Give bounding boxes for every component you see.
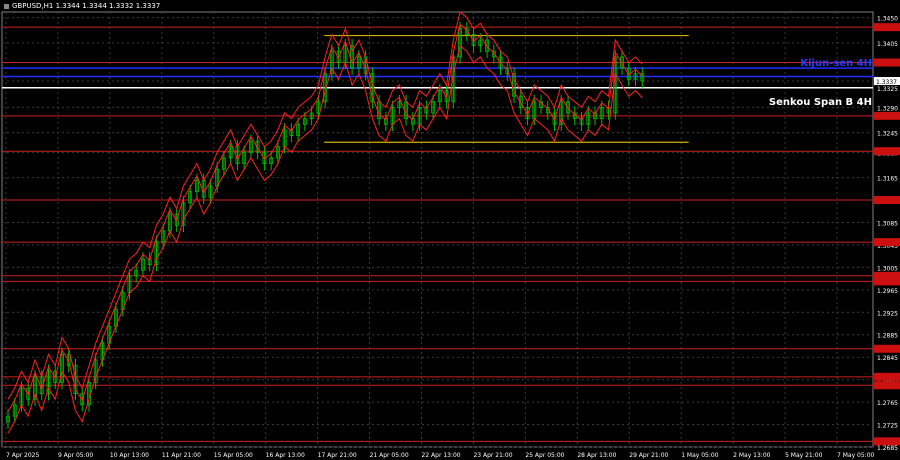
y-tick-label: 1.2965: [877, 288, 898, 295]
y-tick-label: 1.3085: [877, 220, 898, 227]
y-tick-label: 1.3165: [877, 176, 898, 183]
x-tick-label: 11 Apr 21:00: [162, 452, 201, 459]
price-level-tag: [874, 372, 900, 381]
price-level-tag: [874, 381, 900, 390]
x-tick-label: 17 Apr 21:00: [318, 452, 357, 459]
x-tick-label: 1 May 05:00: [681, 452, 719, 459]
x-tick-label: 21 Apr 05:00: [370, 452, 409, 459]
y-tick-label: 1.2885: [877, 333, 898, 340]
x-tick-label: 22 Apr 13:00: [422, 452, 461, 459]
x-tick-label: 10 Apr 13:00: [110, 452, 149, 459]
current-price-label: 1.3337: [876, 79, 897, 86]
y-tick-label: 1.2765: [877, 400, 898, 407]
x-tick-label: 7 Apr 2025: [6, 452, 39, 459]
y-tick-label: 1.2685: [877, 445, 898, 452]
y-tick-label: 1.3325: [877, 86, 898, 93]
senkou-span-b-label: Senkou Span B 4H: [768, 97, 872, 108]
x-tick-label: 2 May 13:00: [733, 452, 771, 459]
price-chart[interactable]: 1.34501.34051.33701.33371.33251.32901.32…: [0, 0, 900, 460]
price-level-tag: [874, 344, 900, 353]
y-tick-label: 1.2925: [877, 310, 898, 317]
y-tick-label: 1.3005: [877, 265, 898, 272]
price-level-tag: [874, 58, 900, 67]
price-level-tag: [874, 196, 900, 205]
y-tick-label: 1.3290: [877, 105, 898, 112]
x-tick-label: 16 Apr 13:00: [266, 452, 305, 459]
price-level-tag: [874, 437, 900, 446]
x-tick-label: 28 Apr 13:00: [577, 452, 616, 459]
x-tick-label: 23 Apr 21:00: [473, 452, 512, 459]
price-level-tag: [874, 277, 900, 286]
y-tick-label: 1.2725: [877, 423, 898, 430]
price-level-tag: [874, 238, 900, 247]
y-tick-label: 1.3405: [877, 41, 898, 48]
y-tick-label: 1.3245: [877, 131, 898, 138]
price-level-tag: [874, 147, 900, 156]
price-level-tag: [874, 23, 900, 32]
x-tick-label: 7 May 05:00: [837, 452, 875, 459]
y-tick-label: 1.2845: [877, 355, 898, 362]
kijun-sen-label: Kijun-sen 4H: [800, 58, 872, 69]
x-tick-label: 15 Apr 05:00: [214, 452, 253, 459]
x-tick-label: 25 Apr 05:00: [525, 452, 564, 459]
y-tick-label: 1.3450: [877, 16, 898, 23]
x-tick-label: 9 Apr 05:00: [58, 452, 93, 459]
x-tick-label: 29 Apr 21:00: [629, 452, 668, 459]
price-level-tag: [874, 111, 900, 120]
x-tick-label: 5 May 21:00: [785, 452, 823, 459]
